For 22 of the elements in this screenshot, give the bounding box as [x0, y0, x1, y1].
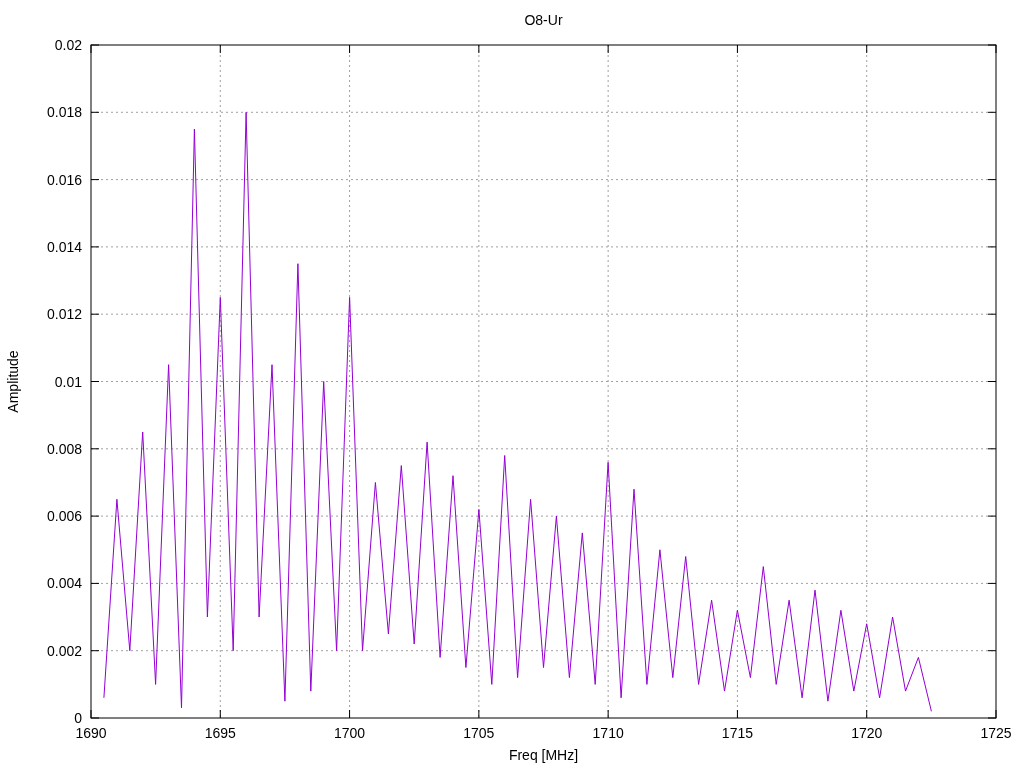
tick-label: 0.008 [46, 440, 82, 457]
tick-label: 0.014 [46, 238, 82, 255]
x-axis-title: Freq [MHz] [508, 747, 579, 763]
y-axis-title: Amplitude [5, 350, 21, 413]
tick-label: 0.02 [54, 37, 82, 53]
tick-label: 1725 [980, 725, 1012, 741]
tick-label: 1695 [204, 725, 236, 741]
tick-label: 0.01 [54, 373, 82, 390]
chart-title: O8-Ur [524, 12, 563, 28]
tick-label: 1690 [75, 725, 107, 741]
tick-label: 0 [74, 710, 82, 726]
tick-label: 1710 [592, 725, 624, 741]
tick-label: 1705 [463, 725, 495, 741]
tick-label: 0.002 [46, 642, 82, 659]
tick-label: 0.018 [46, 104, 82, 121]
tick-label: 1700 [334, 725, 366, 741]
tick-label: 0.006 [46, 508, 82, 525]
tick-label: 1720 [851, 725, 883, 741]
tick-label: 0.016 [46, 171, 82, 188]
tick-label: 0.012 [46, 306, 82, 323]
tick-label: 0.004 [46, 575, 82, 592]
tick-label: 1715 [721, 725, 753, 741]
